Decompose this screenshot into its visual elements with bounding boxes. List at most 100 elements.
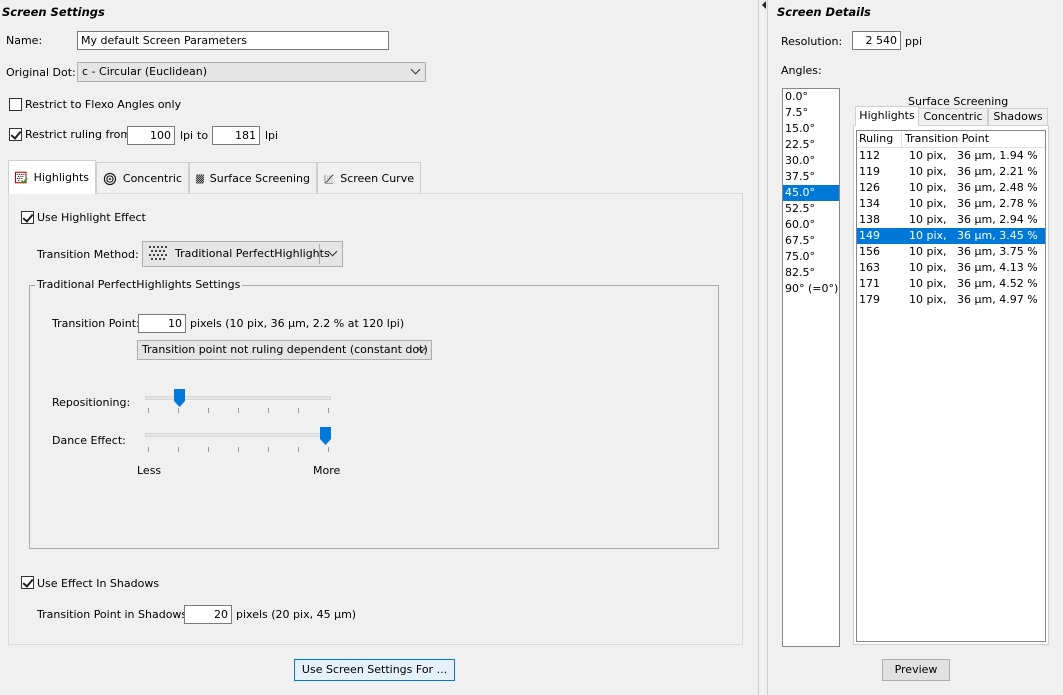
group-title: Traditional PerfectHighlights Settings	[35, 278, 243, 291]
transition-table: Ruling Transition Point 112 10 pix, 36 µm…	[856, 130, 1046, 642]
ruling-cell: 163	[859, 261, 880, 274]
transition-dependency-select[interactable]: Transition point not ruling dependent (c…	[137, 340, 432, 360]
tab-screen-curve[interactable]: Screen Curve	[317, 162, 421, 194]
tab-surface-screening-label: Surface Screening	[209, 172, 310, 185]
angle-item[interactable]: 52.5°	[783, 201, 839, 217]
lpi-from-unit: lpi	[180, 129, 194, 142]
resolution-input[interactable]: 2 540	[852, 31, 901, 50]
dance-effect-slider-track[interactable]	[145, 433, 331, 437]
angle-item[interactable]: 7.5°	[783, 105, 839, 121]
ruling-cell: 138	[859, 213, 880, 226]
slider-tick	[208, 408, 209, 413]
table-row[interactable]: 119 10 pix, 36 µm, 2.21 %	[857, 164, 1045, 180]
use-shadows-label: Use Effect In Shadows	[37, 577, 160, 590]
to-label: to	[197, 129, 209, 142]
slider-tick	[298, 447, 299, 452]
angle-item[interactable]: 37.5°	[783, 169, 839, 185]
transition-point-input[interactable]: 10	[138, 314, 186, 333]
table-row[interactable]: 138 10 pix, 36 µm, 2.94 %	[857, 212, 1045, 228]
angle-item[interactable]: 90° (=0°)	[783, 281, 839, 297]
concentric-icon	[103, 172, 117, 185]
restrict-flexo-checkbox[interactable]	[9, 98, 22, 111]
restrict-ruling-checkbox[interactable]	[9, 128, 22, 141]
transition-point-cell: 10 pix, 36 µm, 3.45 %	[909, 229, 1038, 242]
table-row[interactable]: 112 10 pix, 36 µm, 1.94 %	[857, 148, 1045, 164]
resolution-label: Resolution:	[781, 35, 843, 48]
tab-concentric[interactable]: Concentric	[96, 162, 189, 194]
angle-item[interactable]: 82.5°	[783, 265, 839, 281]
angle-item[interactable]: 75.0°	[783, 249, 839, 265]
angle-item[interactable]: 45.0°	[783, 185, 839, 201]
ruling-cell: 119	[859, 165, 880, 178]
table-row[interactable]: 126 10 pix, 36 µm, 2.48 %	[857, 180, 1045, 196]
details-tab-panel: Ruling Transition Point 112 10 pix, 36 µm…	[853, 125, 1049, 645]
slider-tick	[178, 408, 179, 413]
transition-dependency-value: Transition point not ruling dependent (c…	[142, 343, 428, 356]
more-label: More	[313, 464, 341, 477]
highlights-icon	[15, 171, 28, 184]
angle-item[interactable]: 60.0°	[783, 217, 839, 233]
collapse-left-icon[interactable]	[761, 1, 767, 9]
transition-point-cell: 10 pix, 36 µm, 2.78 %	[909, 197, 1038, 210]
slider-tick	[328, 447, 329, 452]
original-dot-value: c - Circular (Euclidean)	[82, 65, 207, 78]
table-row[interactable]: 134 10 pix, 36 µm, 2.78 %	[857, 196, 1045, 212]
ruling-from-input[interactable]: 100	[127, 126, 175, 145]
tab-surface-screening[interactable]: Surface Screening	[189, 162, 317, 194]
use-highlight-checkbox[interactable]	[21, 211, 34, 224]
screen-settings-title: Screen Settings	[2, 5, 105, 19]
slider-tick	[238, 447, 239, 452]
table-row[interactable]: 179 10 pix, 36 µm, 4.97 %	[857, 292, 1045, 308]
table-row[interactable]: 156 10 pix, 36 µm, 3.75 %	[857, 244, 1045, 260]
angle-item[interactable]: 15.0°	[783, 121, 839, 137]
name-input[interactable]: My default Screen Parameters	[77, 31, 389, 50]
slider-tick	[268, 447, 269, 452]
angles-label: Angles:	[781, 64, 822, 77]
restrict-flexo-label: Restrict to Flexo Angles only	[25, 98, 182, 111]
angle-item[interactable]: 0.0°	[783, 89, 839, 105]
tab-screen-curve-label: Screen Curve	[340, 172, 414, 185]
use-screen-settings-button[interactable]: Use Screen Settings For ...	[294, 659, 455, 681]
table-row[interactable]: 163 10 pix, 36 µm, 4.13 %	[857, 260, 1045, 276]
transition-point-label: Transition Point:	[52, 317, 140, 330]
preview-button[interactable]: Preview	[882, 659, 950, 681]
angle-item[interactable]: 30.0°	[783, 153, 839, 169]
transition-point-cell: 10 pix, 36 µm, 2.94 %	[909, 213, 1038, 226]
ruling-cell: 171	[859, 277, 880, 290]
use-shadows-checkbox[interactable]	[21, 576, 34, 589]
details-tab-concentric[interactable]: Concentric	[918, 108, 988, 126]
slider-tick	[328, 408, 329, 413]
ruling-cell: 126	[859, 181, 880, 194]
transition-point-cell: 10 pix, 36 µm, 2.21 %	[909, 165, 1038, 178]
repositioning-slider-thumb[interactable]	[174, 389, 186, 407]
original-dot-select[interactable]: c - Circular (Euclidean)	[77, 62, 426, 82]
angle-item[interactable]: 22.5°	[783, 137, 839, 153]
surface-screening-label: Surface Screening	[908, 95, 1009, 108]
transition-point-info: pixels (10 pix, 36 µm, 2.2 % at 120 lpi)	[190, 317, 405, 330]
panel-splitter[interactable]	[758, 0, 768, 695]
table-body: 112 10 pix, 36 µm, 1.94 % 119 10 pix, 36 µm…	[857, 148, 1045, 308]
ruling-to-input[interactable]: 181	[212, 126, 260, 145]
details-tab-shadows[interactable]: Shadows	[988, 108, 1048, 126]
details-tab-highlights[interactable]: Highlights	[855, 106, 919, 126]
transition-point-cell: 10 pix, 36 µm, 3.75 %	[909, 245, 1038, 258]
header-ruling[interactable]: Ruling	[857, 131, 902, 148]
shadows-transition-point-input[interactable]: 20	[184, 605, 232, 624]
original-dot-label: Original Dot:	[6, 66, 76, 79]
repositioning-slider-track[interactable]	[145, 396, 331, 400]
angle-item[interactable]: 67.5°	[783, 233, 839, 249]
name-label: Name:	[6, 34, 43, 47]
transition-method-select[interactable]: Traditional PerfectHighlights	[142, 241, 343, 267]
surface-screening-icon	[196, 173, 204, 184]
table-row[interactable]: 171 10 pix, 36 µm, 4.52 %	[857, 276, 1045, 292]
lpi-to-unit: lpi	[265, 129, 279, 142]
tab-highlights[interactable]: Highlights	[8, 160, 96, 194]
shadows-transition-point-label: Transition Point in Shadows:	[37, 608, 191, 621]
table-row[interactable]: 149 10 pix, 36 µm, 3.45 %	[857, 228, 1045, 244]
dance-effect-slider-thumb[interactable]	[320, 427, 331, 445]
header-transition-point[interactable]: Transition Point	[903, 131, 989, 148]
tab-concentric-label: Concentric	[122, 172, 182, 185]
transition-point-cell: 10 pix, 36 µm, 1.94 %	[909, 149, 1038, 162]
transition-point-cell: 10 pix, 36 µm, 4.52 %	[909, 277, 1038, 290]
angles-list[interactable]: 0.0° 7.5° 15.0° 22.5° 30.0° 37.5° 45.0° 52.5° 60…	[782, 88, 840, 647]
